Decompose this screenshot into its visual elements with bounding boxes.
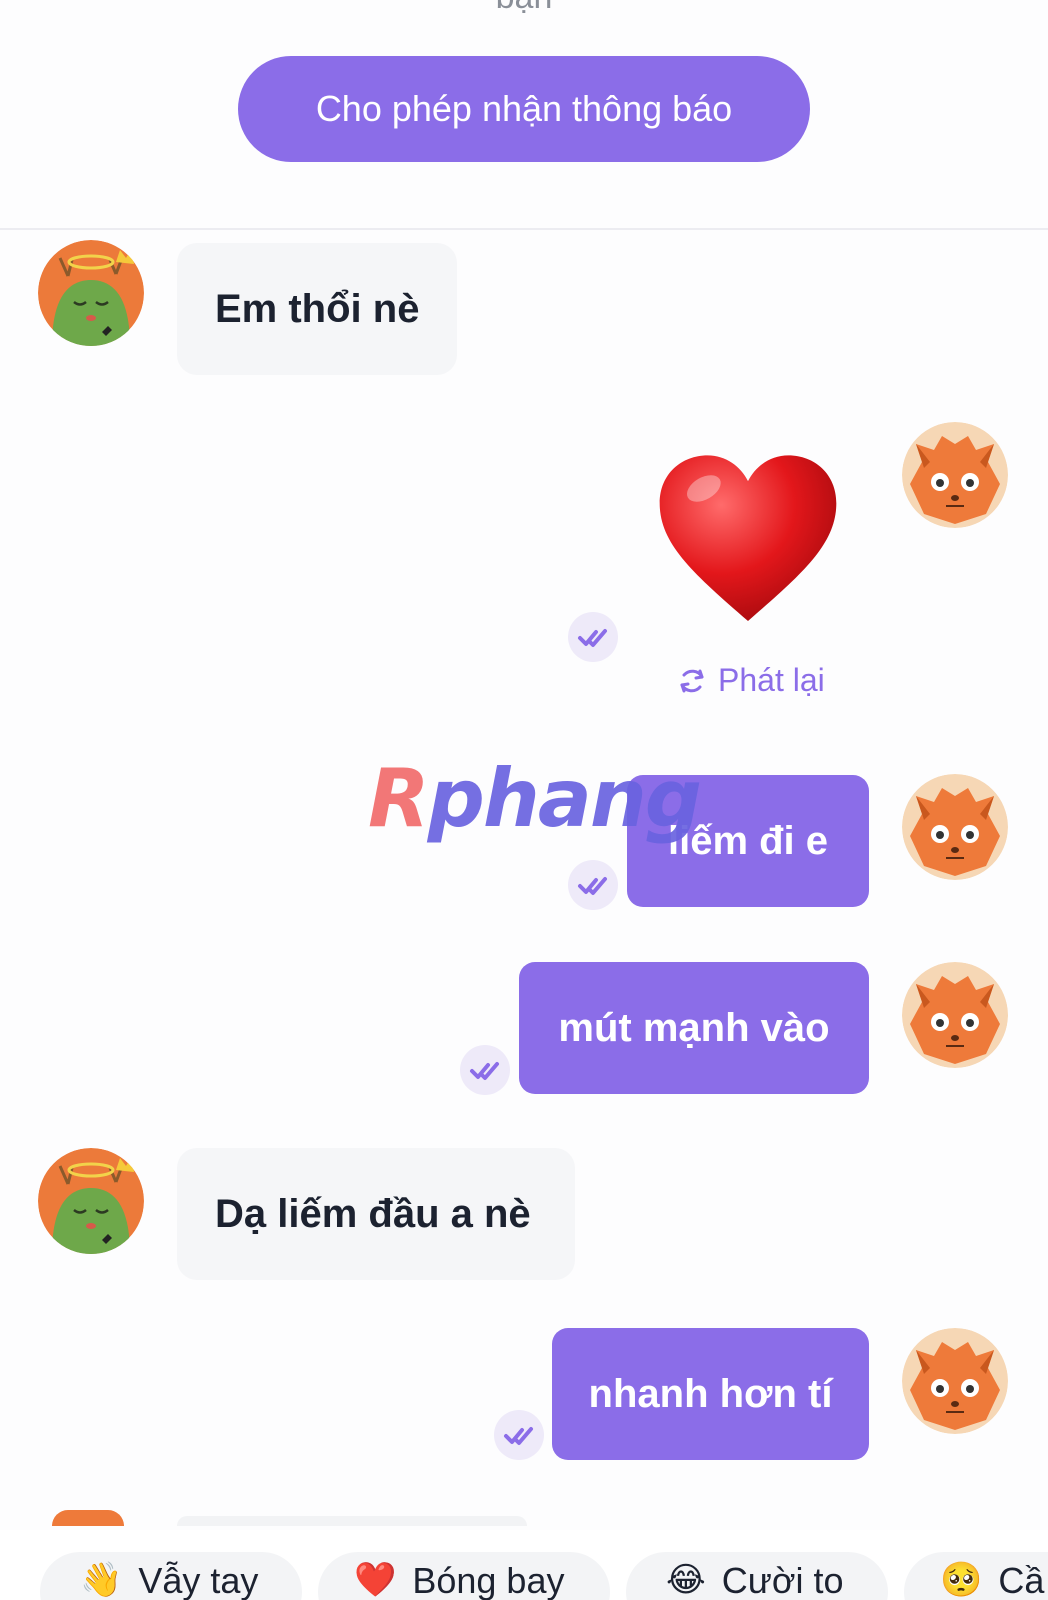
my-avatar[interactable] xyxy=(902,774,1008,880)
reaction-label: Cười to xyxy=(721,1560,844,1600)
fox-avatar-icon xyxy=(902,774,1008,880)
incoming-message[interactable]: Dạ liếm đầu a nè xyxy=(177,1148,575,1280)
reaction-label: Bóng bay xyxy=(412,1560,565,1600)
dragon-avatar-icon xyxy=(38,240,144,346)
fox-avatar-icon xyxy=(902,962,1008,1068)
wave-icon: 👋 xyxy=(80,1561,123,1599)
previous-text-fragment: bạn xyxy=(0,0,1048,17)
pleading-face-icon: 🥺 xyxy=(940,1561,983,1599)
double-check-icon xyxy=(578,629,607,647)
my-avatar[interactable] xyxy=(902,1328,1008,1434)
my-avatar[interactable] xyxy=(902,962,1008,1068)
dragon-avatar-icon xyxy=(38,1148,144,1254)
fox-avatar-icon xyxy=(902,1328,1008,1434)
double-check-icon xyxy=(470,1062,499,1080)
read-receipt xyxy=(568,612,618,662)
read-receipt xyxy=(494,1410,544,1460)
allow-notifications-button[interactable]: Cho phép nhận thông báo xyxy=(238,56,810,162)
replay-icon xyxy=(680,669,704,692)
reaction-balloon-button[interactable]: ❤️ Bóng bay xyxy=(318,1552,610,1600)
read-receipt xyxy=(568,860,618,910)
incoming-message[interactable]: Em thổi nè xyxy=(177,243,457,375)
contact-avatar-partial xyxy=(52,1510,124,1526)
double-check-icon xyxy=(578,877,607,895)
reaction-laugh-button[interactable]: 😂 Cười to xyxy=(626,1552,888,1600)
divider xyxy=(0,228,1048,230)
heart-sticker-icon[interactable] xyxy=(656,450,840,630)
heart-icon: ❤️ xyxy=(354,1561,397,1599)
outgoing-message[interactable]: mút mạnh vào xyxy=(519,962,869,1094)
replay-button[interactable]: Phát lại xyxy=(676,662,825,699)
contact-avatar[interactable] xyxy=(38,1148,144,1254)
my-avatar[interactable] xyxy=(902,422,1008,528)
reaction-label: Vẫy tay xyxy=(138,1560,259,1600)
reaction-plead-button[interactable]: 🥺 Cầ xyxy=(904,1552,1048,1600)
fox-avatar-icon xyxy=(902,422,1008,528)
incoming-message-partial xyxy=(177,1516,527,1526)
replay-label: Phát lại xyxy=(718,662,825,698)
read-receipt xyxy=(460,1045,510,1095)
double-check-icon xyxy=(504,1427,533,1445)
reaction-label: Cầ xyxy=(998,1560,1045,1600)
laugh-icon: 😂 xyxy=(666,1561,706,1599)
outgoing-message[interactable]: nhanh hơn tí xyxy=(552,1328,869,1460)
contact-avatar[interactable] xyxy=(38,240,144,346)
reaction-wave-button[interactable]: 👋 Vẫy tay xyxy=(40,1552,302,1600)
watermark-logo: Rphang xyxy=(368,752,702,845)
quick-reaction-bar: 👋 Vẫy tay ❤️ Bóng bay 😂 Cười to 🥺 Cầ xyxy=(0,1530,1048,1600)
